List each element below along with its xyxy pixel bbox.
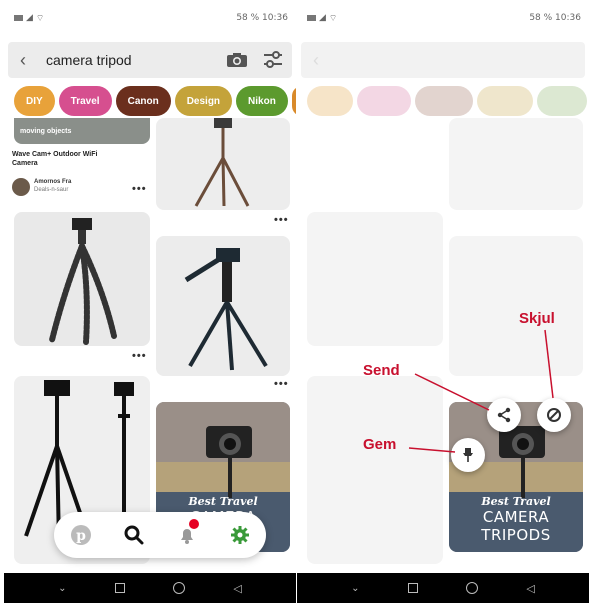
pin-faded <box>449 118 583 210</box>
status-right-text: 58 % 10:36 <box>529 13 581 23</box>
back-icon[interactable]: ◁ <box>526 582 534 595</box>
pin-wave-cam[interactable]: moving objects <box>14 118 150 144</box>
home-icon[interactable] <box>173 582 186 594</box>
hide-button[interactable] <box>537 398 571 432</box>
wifi-icon: ⌔ <box>328 13 338 24</box>
svg-text:p: p <box>76 528 86 544</box>
avatar[interactable] <box>12 178 30 196</box>
bottom-navigation: p <box>54 512 266 558</box>
settings-gear-icon[interactable] <box>226 521 254 549</box>
category-chips <box>297 86 589 116</box>
search-input[interactable]: camera tripod <box>38 52 226 68</box>
phone-screen-right: ◢ ⌔ 58 % 10:36 ‹ Best Travel CAMERA TRIP… <box>297 0 589 603</box>
more-options-icon[interactable]: ••• <box>132 183 147 195</box>
search-bar: ‹ <box>301 42 585 78</box>
notification-icon <box>307 15 316 21</box>
annotation-gem: Gem <box>363 436 397 453</box>
chip-faded <box>477 86 533 116</box>
chip-faded <box>357 86 411 116</box>
back-arrow-icon[interactable]: ‹ <box>8 50 38 71</box>
annotation-send: Send <box>363 362 400 379</box>
share-icon <box>497 407 511 423</box>
pin-tripod-1[interactable] <box>156 118 290 210</box>
recents-icon[interactable] <box>114 583 125 593</box>
annotation-skjul: Skjul <box>519 310 555 327</box>
signal-icon: ◢ <box>26 13 33 23</box>
pin-icon <box>463 448 473 462</box>
filter-icon[interactable] <box>262 51 284 69</box>
status-icons-left: ◢ ⌔ <box>14 13 44 24</box>
category-chips: DIY Travel Canon Design Nikon <box>4 86 296 116</box>
pin-faded <box>449 236 583 376</box>
pin-title: Wave Cam+ Outdoor WiFi Camera <box>12 151 98 167</box>
wifi-icon: ⌔ <box>35 13 45 24</box>
system-navigation-bar: ⌄ ◁ <box>4 573 296 603</box>
back-arrow-icon: ‹ <box>313 49 319 70</box>
search-icon[interactable] <box>120 521 148 549</box>
more-options-icon[interactable]: ••• <box>274 378 289 390</box>
screenshot-comparison: ◢ ⌔ 58 % 10:36 ‹ camera tripod DIY Trave… <box>0 0 589 603</box>
chip-faded <box>415 86 473 116</box>
more-options-icon[interactable]: ••• <box>132 350 147 362</box>
more-options-icon[interactable]: ••• <box>274 214 289 226</box>
pin-gorillapod[interactable] <box>14 212 150 346</box>
chip-faded <box>307 86 353 116</box>
pin-faded <box>307 376 443 564</box>
notifications-bell-icon[interactable] <box>173 519 201 549</box>
chip-canon[interactable]: Canon <box>115 86 171 116</box>
status-icons-left: ◢ ⌔ <box>307 13 337 24</box>
promo-text: Best Travel CAMERA TRIPODS <box>481 495 551 544</box>
pinterest-home-icon[interactable]: p <box>67 521 95 549</box>
back-icon[interactable]: ◁ <box>233 582 241 595</box>
recents-icon[interactable] <box>407 583 418 593</box>
system-navigation-bar: ⌄ ◁ <box>297 573 589 603</box>
chip-partial[interactable] <box>291 86 296 116</box>
notification-icon <box>14 15 23 21</box>
chevron-down-icon[interactable]: ⌄ <box>58 583 66 594</box>
notification-badge <box>188 519 199 529</box>
chip-design[interactable]: Design <box>174 86 233 116</box>
chip-travel[interactable]: Travel <box>58 86 112 116</box>
chip-nikon[interactable]: Nikon <box>236 86 288 116</box>
save-pin-button[interactable] <box>451 438 485 472</box>
signal-icon: ◢ <box>319 13 326 23</box>
chevron-down-icon[interactable]: ⌄ <box>351 583 359 594</box>
status-bar: ◢ ⌔ 58 % 10:36 <box>297 0 589 36</box>
share-button[interactable] <box>487 398 521 432</box>
pin-author: Amornos Fra Deals-n-saur <box>34 179 72 193</box>
home-icon[interactable] <box>466 582 479 594</box>
phone-screen-left: ◢ ⌔ 58 % 10:36 ‹ camera tripod DIY Trave… <box>4 0 296 603</box>
camera-icon[interactable] <box>226 52 248 68</box>
chip-faded <box>537 86 587 116</box>
pin-tripod-2[interactable] <box>156 236 290 376</box>
status-bar: ◢ ⌔ 58 % 10:36 <box>4 0 296 36</box>
pin-faded <box>307 212 443 346</box>
status-right-text: 58 % 10:36 <box>236 13 288 23</box>
block-icon <box>547 408 561 422</box>
search-bar[interactable]: ‹ camera tripod <box>8 42 292 78</box>
chip-diy[interactable]: DIY <box>14 86 55 116</box>
